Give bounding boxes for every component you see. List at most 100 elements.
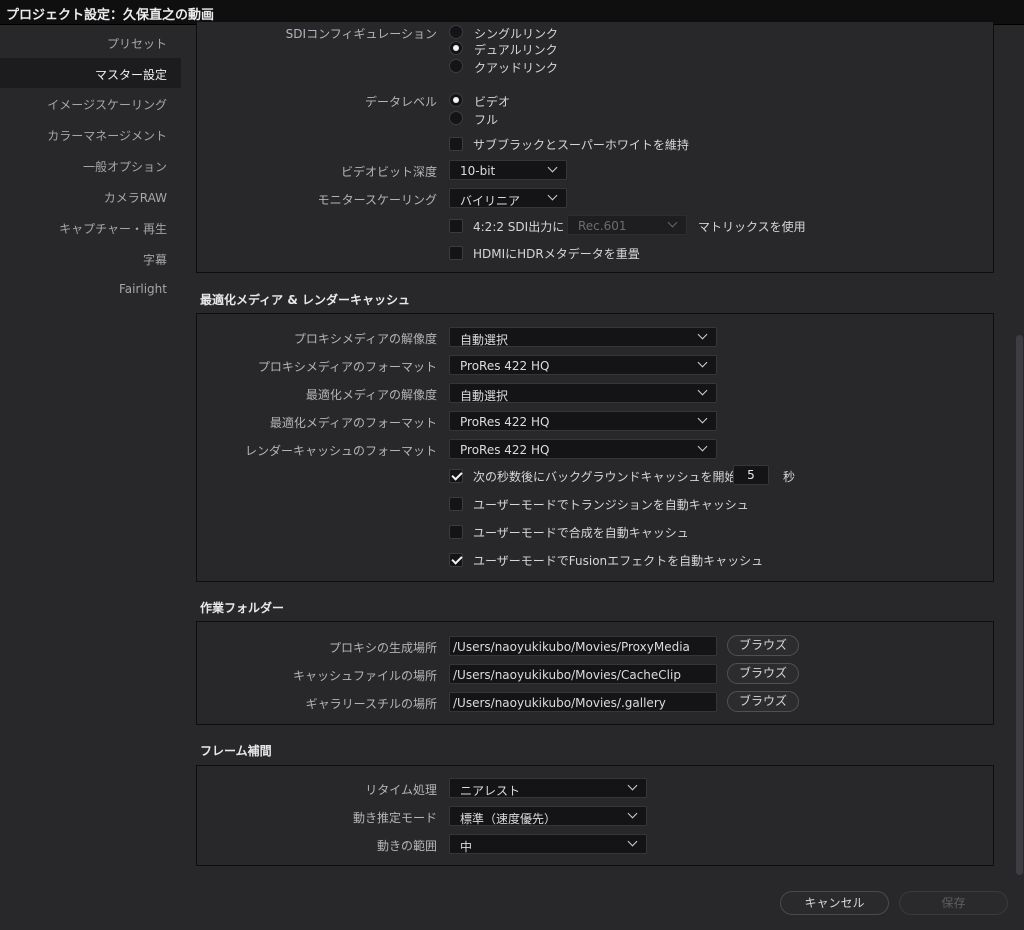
auto-cache-composites-label: ユーザーモードで合成を自動キャッシュ	[473, 526, 689, 540]
sidebar-item-presets[interactable]: プリセット	[0, 27, 181, 57]
sdi-quad-link-radio[interactable]	[449, 59, 463, 73]
browse-proxy-button[interactable]: ブラウズ	[727, 635, 799, 656]
sidebar-item-subtitles[interactable]: 字幕	[0, 243, 181, 273]
monitor-scaling-label: モニタースケーリング	[317, 193, 437, 207]
settings-content: SDIコンフィギュレーション シングルリンク デュアルリンク クアッドリンク デ…	[181, 21, 1024, 930]
proxy-resolution-label: プロキシメディアの解像度	[293, 332, 437, 346]
proxy-location-value: /Users/naoyukikubo/Movies/ProxyMedia	[453, 640, 690, 654]
sdi-quad-link-label: クアッドリンク	[474, 61, 559, 75]
optimized-media-section-title: 最適化メディア & レンダーキャッシュ	[200, 293, 410, 307]
data-level-full-radio[interactable]	[449, 111, 463, 125]
data-level-video-label: ビデオ	[474, 95, 511, 109]
auto-cache-composites-checkbox[interactable]	[449, 525, 463, 539]
cancel-button[interactable]: キャンセル	[780, 891, 889, 915]
sidebar-item-label: カメラRAW	[103, 191, 167, 205]
auto-cache-fusion-checkbox[interactable]	[449, 553, 463, 567]
sdi-matrix-suffix: マトリックスを使用	[698, 220, 806, 234]
gallery-location-label: ギャラリースチルの場所	[305, 697, 437, 711]
sidebar-item-label: キャプチャー・再生	[59, 222, 167, 236]
render-cache-format-label: レンダーキャッシュのフォーマット	[244, 444, 437, 458]
sidebar-item-image-scaling[interactable]: イメージスケーリング	[0, 88, 181, 118]
motion-estimation-dropdown[interactable]: 標準（速度優先）	[449, 806, 647, 826]
vertical-scrollbar[interactable]	[1016, 335, 1023, 875]
sidebar-item-label: マスター設定	[94, 68, 167, 82]
proxy-format-label: プロキシメディアのフォーマット	[257, 360, 437, 374]
sidebar-item-color-management[interactable]: カラーマネージメント	[0, 119, 181, 149]
bg-cache-unit: 秒	[783, 470, 796, 484]
save-button[interactable]: 保存	[899, 891, 1008, 915]
bit-depth-label: ビデオビット深度	[340, 165, 437, 179]
render-cache-format-value: ProRes 422 HQ	[460, 443, 550, 457]
optimized-format-label: 最適化メディアのフォーマット	[269, 416, 437, 430]
hdmi-hdr-checkbox[interactable]	[449, 246, 463, 260]
bg-cache-label: 次の秒数後にバックグラウンドキャッシュを開始	[473, 470, 737, 484]
gallery-location-input[interactable]: /Users/naoyukikubo/Movies/.gallery	[449, 692, 717, 712]
retime-process-label: リタイム処理	[365, 783, 437, 797]
retain-sub-black-label: サブブラックとスーパーホワイトを維持	[473, 138, 689, 152]
chevron-down-icon	[627, 808, 638, 819]
render-cache-format-dropdown[interactable]: ProRes 422 HQ	[449, 439, 717, 459]
proxy-location-input[interactable]: /Users/naoyukikubo/Movies/ProxyMedia	[449, 636, 717, 656]
bit-depth-dropdown[interactable]: 10-bit	[449, 160, 567, 180]
motion-range-value: 中	[460, 840, 473, 854]
auto-cache-transitions-label: ユーザーモードでトランジションを自動キャッシュ	[473, 498, 749, 512]
retime-process-dropdown[interactable]: ニアレスト	[449, 778, 647, 798]
gallery-location-value: /Users/naoyukikubo/Movies/.gallery	[453, 696, 666, 710]
motion-range-dropdown[interactable]: 中	[449, 834, 647, 854]
chevron-down-icon	[697, 441, 708, 452]
browse-button-label: ブラウズ	[738, 638, 787, 652]
optimized-format-value: ProRes 422 HQ	[460, 415, 550, 429]
sdi-single-link-label: シングルリンク	[474, 27, 559, 41]
chevron-down-icon	[697, 329, 708, 340]
optimized-resolution-value: 自動選択	[460, 389, 509, 403]
motion-range-label: 動きの範囲	[376, 839, 437, 853]
browse-gallery-button[interactable]: ブラウズ	[727, 691, 799, 712]
sdi-422-checkbox[interactable]	[449, 219, 463, 233]
chevron-down-icon	[697, 357, 708, 368]
hdmi-hdr-label: HDMIにHDRメタデータを重畳	[473, 247, 640, 261]
data-level-label: データレベル	[364, 95, 437, 109]
sidebar-item-label: カラーマネージメント	[47, 129, 167, 143]
sdi-422-label: 4:2:2 SDI出力に	[473, 220, 565, 234]
browse-cache-button[interactable]: ブラウズ	[727, 663, 799, 684]
auto-cache-transitions-checkbox[interactable]	[449, 497, 463, 511]
proxy-resolution-value: 自動選択	[460, 333, 509, 347]
sidebar-item-camera-raw[interactable]: カメラRAW	[0, 181, 181, 211]
sidebar-item-general-options[interactable]: 一般オプション	[0, 150, 181, 180]
motion-estimation-label: 動き推定モード	[352, 811, 437, 825]
proxy-format-dropdown[interactable]: ProRes 422 HQ	[449, 355, 717, 375]
optimized-resolution-dropdown[interactable]: 自動選択	[449, 383, 717, 403]
optimized-format-dropdown[interactable]: ProRes 422 HQ	[449, 411, 717, 431]
data-level-video-radio[interactable]	[449, 93, 463, 107]
bg-cache-seconds-input[interactable]: 5	[733, 465, 769, 485]
proxy-location-label: プロキシの生成場所	[328, 641, 437, 655]
sidebar-item-label: Fairlight	[118, 282, 167, 296]
bg-cache-seconds-value: 5	[747, 468, 755, 482]
retain-sub-black-checkbox[interactable]	[449, 137, 463, 151]
browse-button-label: ブラウズ	[738, 694, 787, 708]
frame-interpolation-section-title: フレーム補間	[200, 744, 272, 758]
sidebar-item-fairlight[interactable]: Fairlight	[0, 274, 181, 304]
settings-sidebar: プリセット マスター設定 イメージスケーリング カラーマネージメント 一般オプシ…	[0, 25, 181, 930]
cache-location-input[interactable]: /Users/naoyukikubo/Movies/CacheClip	[449, 664, 717, 684]
sdi-matrix-dropdown[interactable]: Rec.601	[567, 215, 687, 235]
chevron-down-icon	[627, 780, 638, 791]
sdi-config-label: SDIコンフィギュレーション	[285, 27, 437, 41]
cache-location-value: /Users/naoyukikubo/Movies/CacheClip	[453, 668, 681, 682]
sdi-single-link-radio[interactable]	[449, 25, 463, 39]
sidebar-item-label: 字幕	[142, 253, 167, 267]
sidebar-item-capture-playback[interactable]: キャプチャー・再生	[0, 212, 181, 242]
sidebar-item-master-settings[interactable]: マスター設定	[0, 58, 181, 88]
working-folders-section-title: 作業フォルダー	[200, 601, 285, 615]
sdi-matrix-value: Rec.601	[578, 219, 627, 233]
proxy-resolution-dropdown[interactable]: 自動選択	[449, 327, 717, 347]
monitor-scaling-dropdown[interactable]: バイリニア	[449, 188, 567, 208]
sdi-dual-link-label: デュアルリンク	[474, 43, 558, 57]
chevron-down-icon	[547, 162, 558, 173]
bg-cache-checkbox[interactable]	[449, 469, 463, 483]
chevron-down-icon	[697, 385, 708, 396]
data-level-full-label: フル	[474, 113, 499, 127]
sdi-dual-link-radio[interactable]	[449, 41, 463, 55]
cancel-button-label: キャンセル	[804, 896, 865, 910]
cache-location-label: キャッシュファイルの場所	[292, 669, 437, 683]
